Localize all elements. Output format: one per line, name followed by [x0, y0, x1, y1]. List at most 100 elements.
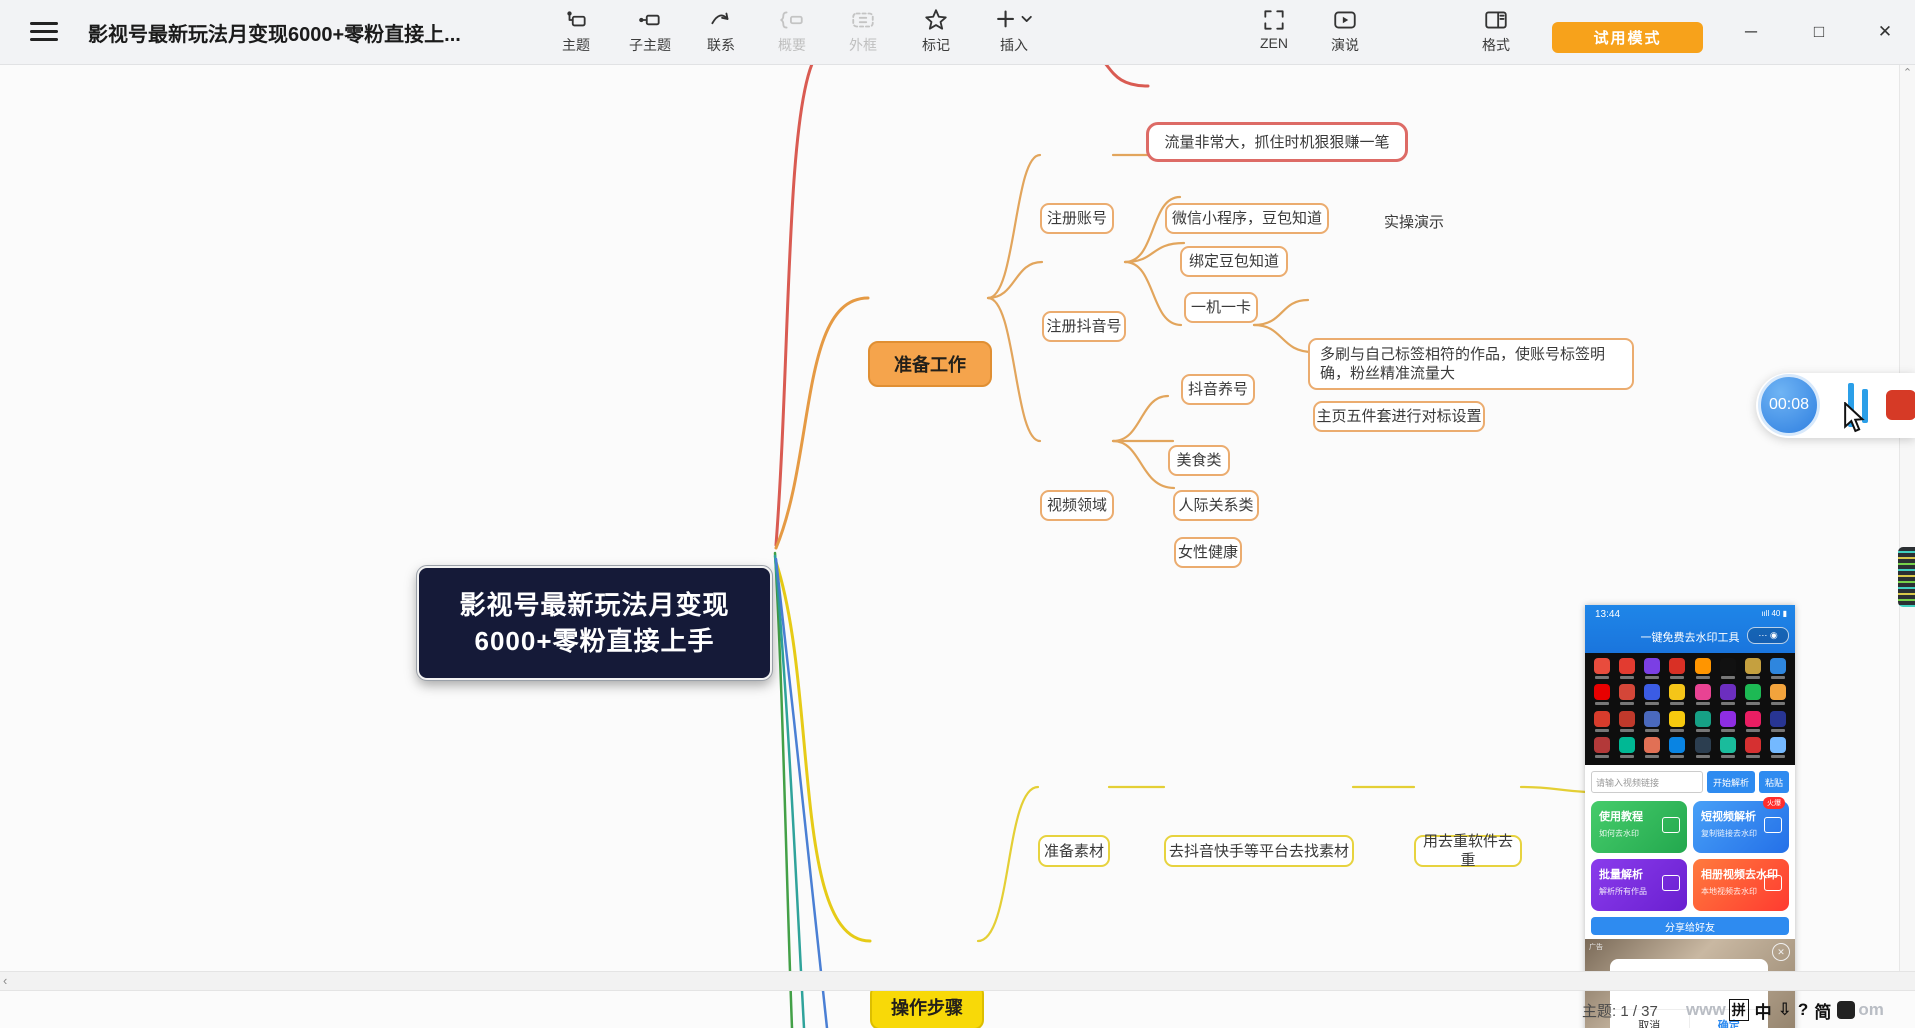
- card-tutorial[interactable]: 使用教程 如何去水印: [1591, 801, 1687, 853]
- ime-toolbar[interactable]: www 拼 中 ⇩ ? 简 om: [1686, 995, 1884, 1025]
- app-icon[interactable]: [1767, 658, 1789, 681]
- app-icon[interactable]: [1591, 711, 1613, 734]
- app-icon[interactable]: [1767, 711, 1789, 734]
- toolbar-subtopic-label: 子主题: [629, 35, 671, 55]
- minimize-button[interactable]: ─: [1736, 18, 1766, 46]
- node-profile-setup[interactable]: 主页五件套进行对标设置: [1313, 401, 1485, 432]
- app-icon[interactable]: [1717, 737, 1739, 760]
- node-register-account[interactable]: 注册账号: [1040, 203, 1114, 234]
- card-short-video[interactable]: 火爆 短视频解析 复制链接去水印: [1693, 801, 1789, 853]
- app-icon[interactable]: [1742, 737, 1764, 760]
- app-icon[interactable]: [1717, 658, 1739, 681]
- app-icon[interactable]: [1616, 684, 1638, 707]
- ime-pinyin-key[interactable]: 拼: [1729, 999, 1749, 1021]
- ime-settings-icon[interactable]: [1837, 1001, 1855, 1019]
- image-icon: [1764, 875, 1782, 891]
- node-tag-strategy[interactable]: 多刷与自己标签相符的作品，使账号标签明确，粉丝精准流量大: [1308, 338, 1634, 390]
- toolbar-zen-label: ZEN: [1260, 35, 1288, 51]
- scroll-left-icon[interactable]: ‹: [3, 973, 7, 988]
- app-icon-grid: [1585, 653, 1795, 765]
- stop-button[interactable]: [1886, 390, 1915, 420]
- trial-mode-button[interactable]: 试用模式: [1552, 22, 1703, 53]
- toolbar-insert[interactable]: 插入: [977, 7, 1051, 55]
- ad-close-icon[interactable]: ✕: [1772, 943, 1790, 961]
- ime-down-key[interactable]: ⇩: [1778, 1000, 1792, 1020]
- card-album[interactable]: 相册视频去水印 本地视频去水印: [1693, 859, 1789, 911]
- app-icon[interactable]: [1692, 684, 1714, 707]
- node-bind-doubao[interactable]: 绑定豆包知道: [1180, 246, 1288, 277]
- mouse-cursor: [1842, 402, 1868, 434]
- app-icon[interactable]: [1692, 711, 1714, 734]
- node-account-nurture[interactable]: 抖音养号: [1181, 374, 1255, 405]
- node-one-device[interactable]: 一机一卡: [1184, 292, 1258, 323]
- app-icon[interactable]: [1692, 737, 1714, 760]
- app-icon[interactable]: [1742, 684, 1764, 707]
- menu-icon[interactable]: [30, 22, 58, 42]
- parse-button[interactable]: 开始解析: [1707, 771, 1755, 793]
- node-demo-text[interactable]: 实操演示: [1384, 211, 1444, 232]
- ime-chinese-key[interactable]: 中: [1755, 998, 1772, 1023]
- toolbar-zen[interactable]: ZEN: [1237, 7, 1311, 51]
- node-wechat-miniprogram[interactable]: 微信小程序，豆包知道: [1165, 203, 1329, 234]
- app-icon[interactable]: [1717, 684, 1739, 707]
- node-food[interactable]: 美食类: [1168, 445, 1230, 476]
- app-icon[interactable]: [1767, 737, 1789, 760]
- node-relationships[interactable]: 人际关系类: [1173, 490, 1259, 521]
- app-icon[interactable]: [1666, 658, 1688, 681]
- root-topic[interactable]: 影视号最新玩法月变现 6000+零粉直接上手: [417, 566, 772, 680]
- node-women-health[interactable]: 女性健康: [1174, 537, 1242, 568]
- app-icon[interactable]: [1666, 684, 1688, 707]
- app-icon[interactable]: [1641, 737, 1663, 760]
- video-link-input[interactable]: 请输入视频链接: [1591, 771, 1703, 793]
- play-icon: [1332, 7, 1358, 33]
- app-icon[interactable]: [1591, 737, 1613, 760]
- paste-button[interactable]: 粘贴: [1759, 771, 1789, 793]
- app-icon[interactable]: [1692, 658, 1714, 681]
- toolbar-marker[interactable]: 标记: [899, 7, 973, 55]
- toolbar-present[interactable]: 演说: [1308, 7, 1382, 55]
- node-video-field[interactable]: 视频领域: [1040, 490, 1114, 521]
- toolbar-relationship[interactable]: 联系: [684, 7, 758, 55]
- toolbar-subtopic[interactable]: 子主题: [613, 7, 687, 55]
- card-batch[interactable]: 批量解析 解析所有作品: [1591, 859, 1687, 911]
- app-icon[interactable]: [1666, 737, 1688, 760]
- maximize-button[interactable]: □: [1804, 18, 1834, 46]
- share-friends-bar[interactable]: 分享给好友: [1591, 917, 1789, 935]
- node-preparation[interactable]: 准备工作: [868, 341, 992, 387]
- toolbar-format[interactable]: 格式: [1459, 7, 1533, 55]
- phone-screenshot[interactable]: 13:44 ııll 40 ▮ 一键免费去水印工具 ⋯ ◉ 请输入视频链接 开始…: [1585, 605, 1795, 1028]
- app-icon[interactable]: [1616, 737, 1638, 760]
- ime-help-key[interactable]: ?: [1798, 1000, 1808, 1020]
- app-icon[interactable]: [1767, 684, 1789, 707]
- app-icon[interactable]: [1742, 658, 1764, 681]
- phone-status-icons: ııll 40 ▮: [1761, 609, 1787, 618]
- close-button[interactable]: ✕: [1870, 18, 1900, 46]
- app-icon[interactable]: [1641, 711, 1663, 734]
- node-dedupe-software[interactable]: 用去重软件去重: [1414, 835, 1522, 867]
- toolbar-topic[interactable]: 主题: [539, 7, 613, 55]
- app-icon[interactable]: [1717, 711, 1739, 734]
- edge-thumbnail[interactable]: [1898, 547, 1915, 607]
- app-icon[interactable]: [1641, 684, 1663, 707]
- app-icon[interactable]: [1742, 711, 1764, 734]
- ad-label: 广告: [1589, 942, 1603, 952]
- scroll-up-icon[interactable]: ⌃: [1900, 66, 1915, 79]
- ime-simplified-key[interactable]: 简: [1814, 998, 1831, 1023]
- app-icon[interactable]: [1616, 711, 1638, 734]
- node-find-material[interactable]: 去抖音快手等平台去找素材: [1164, 835, 1354, 867]
- horizontal-scrollbar[interactable]: ‹: [0, 971, 1915, 991]
- node-prepare-material[interactable]: 准备素材: [1038, 835, 1110, 867]
- app-icon[interactable]: [1591, 684, 1613, 707]
- recorder-timer[interactable]: 00:08: [1758, 374, 1820, 436]
- node-traffic-note[interactable]: 流量非常大，抓住时机狠狠赚一笔: [1146, 122, 1408, 162]
- vertical-scrollbar[interactable]: ⌃: [1899, 64, 1915, 971]
- node-register-douyin[interactable]: 注册抖音号: [1042, 311, 1126, 342]
- miniprogram-pill[interactable]: ⋯ ◉: [1747, 627, 1789, 644]
- subtopic-icon: [637, 7, 663, 33]
- mindmap-canvas[interactable]: 流量非常大，抓住时机狠狠赚一笔 影视号最新玩法月变现 6000+零粉直接上手 准…: [0, 64, 1915, 1028]
- app-icon[interactable]: [1591, 658, 1613, 681]
- document-title: 影视号最新玩法月变现6000+零粉直接上...: [88, 18, 461, 47]
- app-icon[interactable]: [1616, 658, 1638, 681]
- app-icon[interactable]: [1666, 711, 1688, 734]
- app-icon[interactable]: [1641, 658, 1663, 681]
